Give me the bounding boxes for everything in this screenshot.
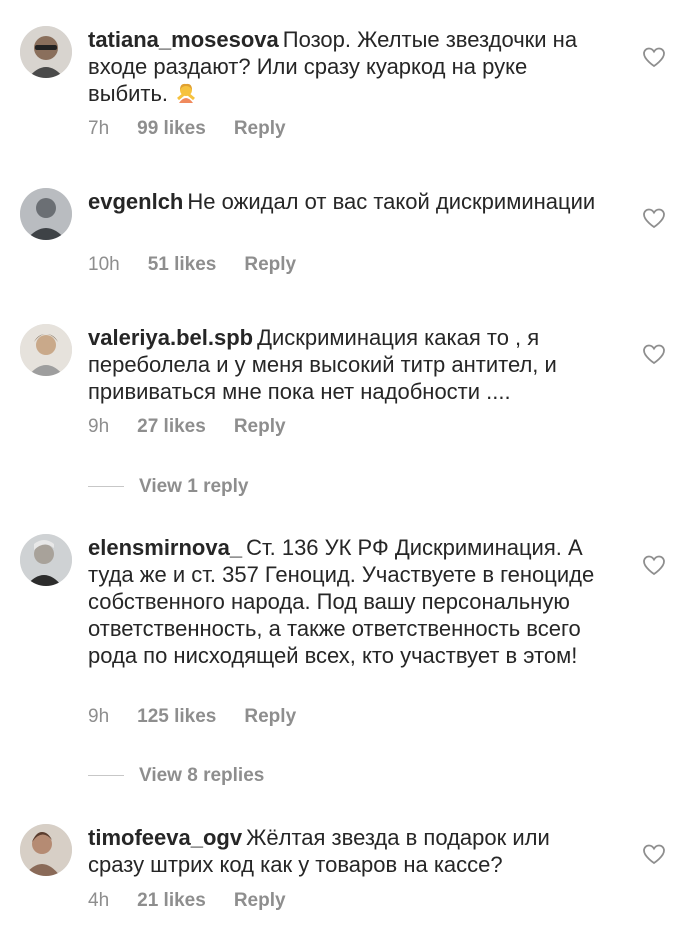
like-heart-icon[interactable]: [642, 207, 666, 229]
comment-username[interactable]: valeriya.bel.spb: [88, 325, 253, 350]
comment-meta: 7h 99 likes Reply: [88, 118, 286, 140]
comment-text-block: evgenlch Не ожидал от вас такой дискримин…: [88, 188, 608, 215]
view-replies-button[interactable]: View 8 replies: [88, 765, 264, 787]
reply-button[interactable]: Reply: [234, 416, 286, 438]
comment-likes[interactable]: 99 likes: [137, 118, 206, 140]
avatar[interactable]: [20, 324, 72, 376]
comment-likes[interactable]: 125 likes: [137, 706, 216, 728]
comment-meta: 9h 27 likes Reply: [88, 416, 286, 438]
comment-text-block: tatiana_mosesova Позор. Желтые звездочки …: [88, 26, 608, 107]
replies-divider-line: [88, 486, 124, 488]
comment-username[interactable]: evgenlch: [88, 189, 183, 214]
view-replies-label: View 8 replies: [139, 765, 265, 786]
comment-time: 10h: [88, 254, 120, 275]
comment-body: Не ожидал от вас такой дискриминации: [187, 189, 596, 214]
comment-text-block: elensmirnova_ Ст. 136 УК РФ Дискриминация…: [88, 534, 608, 669]
comment-text-block: valeriya.bel.spb Дискриминация какая то ,…: [88, 324, 608, 405]
comment-likes[interactable]: 51 likes: [148, 254, 217, 276]
comment-time: 9h: [88, 416, 110, 437]
view-replies-button[interactable]: View 1 reply: [88, 476, 249, 498]
comment-meta: 9h 125 likes Reply: [88, 706, 296, 728]
comment-meta: 4h 21 likes Reply: [88, 890, 286, 912]
avatar[interactable]: [20, 188, 72, 240]
reply-button[interactable]: Reply: [234, 890, 286, 912]
like-heart-icon[interactable]: [642, 46, 666, 68]
like-heart-icon[interactable]: [642, 343, 666, 365]
view-replies-label: View 1 reply: [139, 476, 249, 497]
comment-username[interactable]: elensmirnova_: [88, 535, 242, 560]
reply-button[interactable]: Reply: [234, 118, 286, 140]
avatar[interactable]: [20, 534, 72, 586]
avatar[interactable]: [20, 26, 72, 78]
comment-likes[interactable]: 27 likes: [137, 416, 206, 438]
reply-button[interactable]: Reply: [244, 706, 296, 728]
like-heart-icon[interactable]: [642, 554, 666, 576]
like-heart-icon[interactable]: [642, 843, 666, 865]
comment-time: 7h: [88, 118, 110, 139]
replies-divider-line: [88, 775, 124, 777]
comment-time: 9h: [88, 706, 110, 727]
comment-meta: 10h 51 likes Reply: [88, 254, 296, 276]
comment-time: 4h: [88, 890, 110, 911]
comment-likes[interactable]: 21 likes: [137, 890, 206, 912]
comment-username[interactable]: timofeeva_ogv: [88, 825, 242, 850]
avatar[interactable]: [20, 824, 72, 876]
comment-text-block: timofeeva_ogv Жёлтая звезда в подарок или…: [88, 824, 608, 878]
woman-gesturing-no-emoji-icon: [174, 81, 198, 105]
comment-username[interactable]: tatiana_mosesova: [88, 27, 279, 52]
reply-button[interactable]: Reply: [244, 254, 296, 276]
